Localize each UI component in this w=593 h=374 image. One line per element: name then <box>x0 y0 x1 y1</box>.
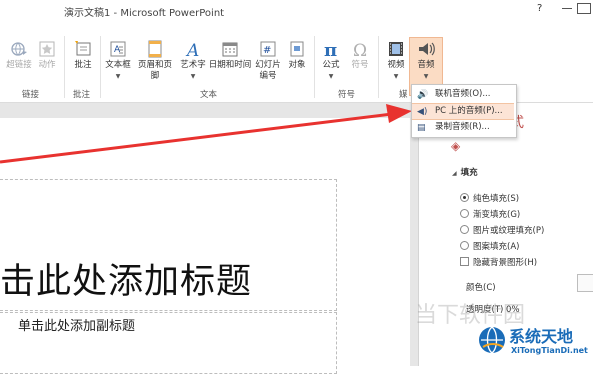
menu-item-label: 录制音频(R)... <box>435 122 490 132</box>
logo-url: XiTongTianDi.net <box>511 346 588 355</box>
globe-logo-icon <box>479 326 505 354</box>
menu-item-online-audio[interactable]: 🔊 联机音频(O)... <box>412 87 514 102</box>
speaker-icon: ◀) <box>417 107 428 117</box>
record-icon: ▤ <box>417 123 426 133</box>
site-logo: 系统天地 XiTongTianDi.net <box>471 323 591 363</box>
menu-item-pc-audio[interactable]: ◀) PC 上的音频(P)... <box>412 103 514 120</box>
menu-item-label: PC 上的音频(P)... <box>435 106 503 116</box>
logo-text: 系统天地 <box>509 327 574 346</box>
menu-item-record-audio[interactable]: ▤ 录制音频(R)... <box>412 120 514 135</box>
audio-dropdown-menu: 🔊 联机音频(O)... ◀) PC 上的音频(P)... ▤ 录制音频(R).… <box>411 84 517 138</box>
menu-item-label: 联机音频(O)... <box>435 89 491 99</box>
online-audio-icon: 🔊 <box>417 90 429 100</box>
